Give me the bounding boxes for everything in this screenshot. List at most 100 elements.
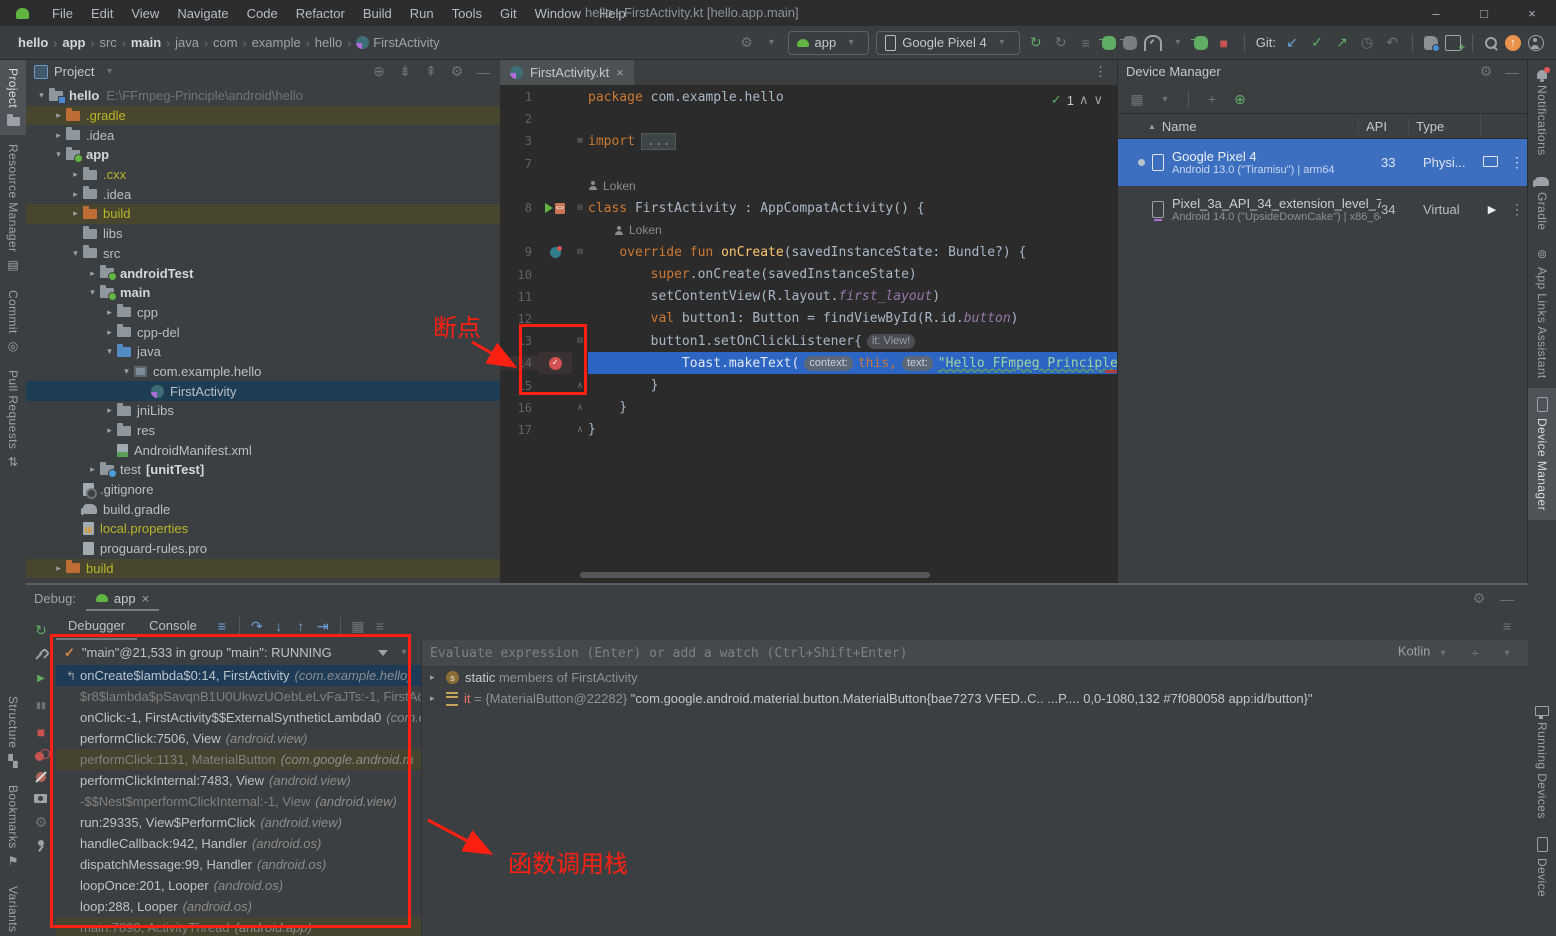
- project-view-chevron-icon[interactable]: ▾: [100, 62, 118, 82]
- tree-chevron-icon[interactable]: ▸: [102, 327, 117, 338]
- column-api[interactable]: API: [1358, 119, 1408, 134]
- horizontal-scrollbar[interactable]: [580, 572, 930, 578]
- debug-button[interactable]: [1102, 36, 1116, 50]
- profiler-icon[interactable]: [1144, 35, 1162, 51]
- device-dropdown[interactable]: Google Pixel 4 ▾: [876, 31, 1020, 55]
- menu-window[interactable]: Window: [526, 6, 590, 21]
- menu-git[interactable]: Git: [491, 6, 526, 21]
- stack-frame[interactable]: -$$Nest$mperformClickInternal:-1, View(a…: [56, 791, 421, 812]
- stack-frame[interactable]: loop:288, Looper(android.os): [56, 896, 421, 917]
- breakpoint-icon[interactable]: ✓: [549, 357, 562, 370]
- git-history-button[interactable]: ◷: [1358, 33, 1376, 53]
- hide-panel-icon[interactable]: —: [474, 62, 492, 82]
- tree-item-src[interactable]: ▾src: [26, 244, 500, 264]
- tree-chevron-icon[interactable]: ▸: [51, 130, 66, 141]
- thread-selector[interactable]: ✓ "main"@21,533 in group "main": RUNNING…: [56, 640, 421, 665]
- breadcrumb-example[interactable]: example: [252, 35, 301, 50]
- language-dropdown[interactable]: Kotlin ▾: [1398, 643, 1452, 663]
- group-devices-icon[interactable]: ▦: [1128, 89, 1146, 109]
- close-button[interactable]: ×: [1508, 0, 1556, 26]
- tree-chevron-icon[interactable]: ▾: [102, 346, 117, 357]
- device-menu-button[interactable]: ⋮: [1505, 201, 1529, 218]
- stack-frame[interactable]: dispatchMessage:99, Handler(android.os): [56, 854, 421, 875]
- build-menu-icon[interactable]: ≡: [1077, 33, 1095, 53]
- menu-refactor[interactable]: Refactor: [287, 6, 354, 21]
- fold-marker-icon[interactable]: ⊟: [572, 203, 588, 213]
- tree-item-jnilibs[interactable]: ▸jniLibs: [26, 401, 500, 421]
- tree-item-main[interactable]: ▾main: [26, 283, 500, 303]
- tree-item-build[interactable]: ▸build: [26, 204, 500, 224]
- tree-chevron-icon[interactable]: ▸: [68, 169, 83, 180]
- column-name[interactable]: Name: [1162, 119, 1197, 134]
- tab-close-icon[interactable]: ×: [616, 65, 624, 80]
- tool-button-device-manager[interactable]: Device Manager: [1528, 388, 1556, 520]
- breadcrumb-src[interactable]: src: [99, 35, 116, 50]
- layout-settings-icon[interactable]: ≡: [371, 616, 389, 636]
- variables-row-static[interactable]: ▸ s static members of FirstActivity: [422, 667, 1528, 688]
- stack-frame[interactable]: performClickInternal:7483, View(android.…: [56, 770, 421, 791]
- tree-item-cxx[interactable]: ▸.cxx: [26, 165, 500, 185]
- gear-icon[interactable]: ⚙: [1470, 589, 1488, 609]
- threads-layout-icon[interactable]: ≡: [213, 616, 231, 636]
- step-out-icon[interactable]: ↑: [292, 616, 310, 636]
- device-menu-button[interactable]: ⋮: [1505, 154, 1529, 171]
- tree-chevron-icon[interactable]: ▾: [119, 366, 134, 377]
- stack-frame[interactable]: run:29335, View$PerformClick(android.vie…: [56, 812, 421, 833]
- tree-item-com-example-hello[interactable]: ▾com.example.hello: [26, 362, 500, 382]
- tree-item-test[interactable]: ▸test[unitTest]: [26, 460, 500, 480]
- device-row-google-pixel-4[interactable]: Google Pixel 4Android 13.0 ("Tiramisu") …: [1118, 139, 1529, 186]
- tree-item-gitignore[interactable]: .gitignore: [26, 480, 500, 500]
- tool-button-device[interactable]: Device: [1528, 828, 1556, 906]
- expand-icon[interactable]: ▸: [430, 693, 440, 704]
- add-device-button[interactable]: +: [1203, 89, 1221, 109]
- gear-icon[interactable]: ⚙: [1477, 62, 1495, 82]
- stack-frame[interactable]: ↰onCreate$lambda$0:14, FirstActivity(com…: [56, 665, 421, 686]
- tree-item-firstactivity[interactable]: FirstActivity: [26, 381, 500, 401]
- tree-item-build[interactable]: ▸build: [26, 559, 500, 579]
- stack-frame[interactable]: performClick:7506, View(android.view): [56, 728, 421, 749]
- menu-view[interactable]: View: [122, 6, 168, 21]
- breadcrumb-java[interactable]: java: [175, 35, 199, 50]
- fold-marker-icon[interactable]: ∧: [572, 381, 588, 391]
- inspection-widget[interactable]: ✓ 1 ∧ ∨: [1051, 92, 1103, 108]
- tree-item-hello[interactable]: ▾helloE:\FFmpeg-Principle\android\hello: [26, 86, 500, 106]
- hide-panel-icon[interactable]: —: [1498, 589, 1516, 609]
- filter-frames-icon[interactable]: [378, 650, 388, 656]
- tree-item-local-properties[interactable]: local.properties: [26, 519, 500, 539]
- ide-update-badge[interactable]: ↑: [1505, 35, 1521, 51]
- step-into-icon[interactable]: ↓: [270, 616, 288, 636]
- evaluate-expression-bar[interactable]: Evaluate expression (Enter) or add a wat…: [422, 640, 1528, 667]
- search-icon[interactable]: [1484, 36, 1498, 50]
- menu-file[interactable]: File: [43, 6, 82, 21]
- stop-button[interactable]: ■: [1215, 33, 1233, 53]
- view-breakpoints-icon[interactable]: [34, 749, 48, 763]
- chevron-down-icon[interactable]: ▾: [1498, 643, 1516, 663]
- tree-chevron-icon[interactable]: ▸: [68, 208, 83, 219]
- stack-frame[interactable]: handleCallback:942, Handler(android.os): [56, 833, 421, 854]
- stack-frame[interactable]: performClick:1131, MaterialButton(com.go…: [56, 749, 421, 770]
- sort-asc-icon[interactable]: ▲: [1148, 122, 1156, 131]
- variables-row-it[interactable]: ▸ it = {MaterialButton@22282} "com.googl…: [422, 688, 1528, 709]
- breadcrumb-hello[interactable]: hello: [315, 35, 342, 50]
- evaluate-expression-icon[interactable]: ▦: [349, 616, 367, 636]
- tree-item-java[interactable]: ▾java: [26, 342, 500, 362]
- tool-button-commit[interactable]: Commit◎: [0, 281, 26, 362]
- profiler-chevron-icon[interactable]: ▾: [1169, 33, 1187, 53]
- override-method-icon[interactable]: [550, 247, 561, 258]
- stack-frame[interactable]: loopOnce:201, Looper(android.os): [56, 875, 421, 896]
- tool-button-project[interactable]: Project: [0, 59, 26, 135]
- tab-close-icon[interactable]: ×: [142, 591, 150, 606]
- stack-frame[interactable]: onClick:-1, FirstActivity$$ExternalSynth…: [56, 707, 421, 728]
- menu-build[interactable]: Build: [354, 6, 401, 21]
- locate-file-icon[interactable]: ⊕: [370, 62, 388, 82]
- fold-marker-icon[interactable]: ∧: [572, 425, 588, 435]
- ai-assistant-icon[interactable]: [1424, 36, 1438, 50]
- tree-item-idea[interactable]: ▸.idea: [26, 184, 500, 204]
- next-problem-icon[interactable]: ∨: [1093, 92, 1103, 108]
- tree-item-cpp-del[interactable]: ▸cpp-del: [26, 322, 500, 342]
- code-area[interactable]: 1package com.example.hello23⊞import...7L…: [500, 86, 1117, 441]
- hide-panel-icon[interactable]: —: [1503, 62, 1521, 82]
- tab-debugger[interactable]: Debugger: [56, 613, 137, 640]
- breadcrumb-com[interactable]: com: [213, 35, 238, 50]
- tree-chevron-icon[interactable]: ▸: [68, 189, 83, 200]
